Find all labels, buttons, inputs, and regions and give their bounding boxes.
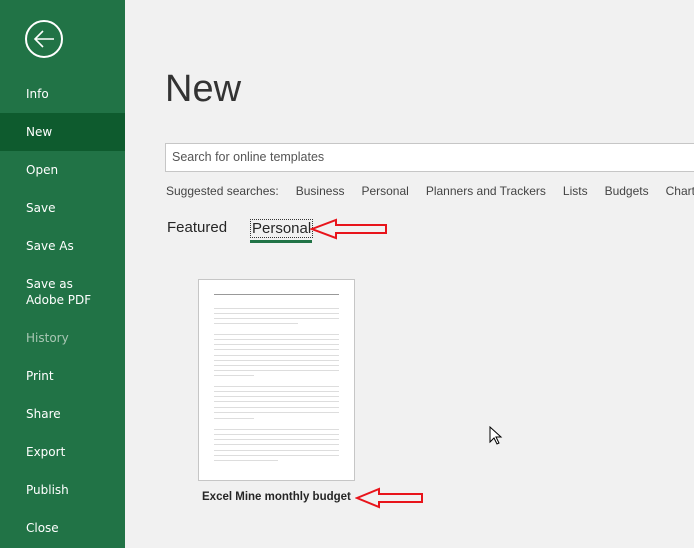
nav-save[interactable]: Save <box>0 189 125 227</box>
thumb-line <box>214 294 339 295</box>
thumb-line <box>214 344 339 345</box>
thumb-line <box>214 318 339 319</box>
thumb-line <box>214 386 339 387</box>
tab-selected-underline <box>250 240 312 243</box>
thumb-line <box>214 455 339 456</box>
suggested-planners[interactable]: Planners and Trackers <box>426 184 546 198</box>
thumb-line <box>214 308 339 309</box>
thumb-line <box>214 401 339 402</box>
mouse-cursor-icon <box>489 426 503 445</box>
thumb-line <box>214 391 339 392</box>
thumb-line <box>214 313 339 314</box>
suggested-charts[interactable]: Charts <box>666 184 694 198</box>
template-name[interactable]: Excel Mine monthly budget <box>202 491 351 503</box>
suggested-searches: Suggested searches: Business Personal Pl… <box>166 184 694 198</box>
nav-print[interactable]: Print <box>0 357 125 395</box>
sidebar: Info New Open Save Save As Save as Adobe… <box>0 0 125 548</box>
tab-personal[interactable]: Personal <box>250 219 314 238</box>
thumb-line <box>214 418 254 419</box>
suggested-business[interactable]: Business <box>296 184 345 198</box>
thumb-line <box>214 339 339 340</box>
nav-save-as-adobe-pdf[interactable]: Save as Adobe PDF <box>0 272 125 312</box>
page-title: New <box>165 68 242 110</box>
suggested-label: Suggested searches: <box>166 184 279 198</box>
thumb-line <box>214 407 339 408</box>
thumb-line <box>214 365 339 366</box>
template-thumbnail[interactable] <box>198 279 355 481</box>
nav-close[interactable]: Close <box>0 509 125 547</box>
nav-save-as[interactable]: Save As <box>0 227 125 265</box>
suggested-budgets[interactable]: Budgets <box>605 184 649 198</box>
thumb-line <box>214 434 339 435</box>
thumb-line <box>214 429 339 430</box>
thumb-line <box>214 439 339 440</box>
back-button[interactable] <box>25 20 63 58</box>
thumb-line <box>214 412 339 413</box>
nav-open[interactable]: Open <box>0 151 125 189</box>
thumb-line <box>214 460 278 461</box>
nav-publish[interactable]: Publish <box>0 471 125 509</box>
red-arrow-annotation <box>355 487 423 509</box>
suggested-personal[interactable]: Personal <box>361 184 408 198</box>
thumb-line <box>214 396 339 397</box>
thumb-line <box>214 360 339 361</box>
thumb-line <box>214 323 298 324</box>
thumb-line <box>214 370 339 371</box>
thumb-line <box>214 349 339 350</box>
red-arrow-annotation <box>310 218 387 240</box>
thumb-line <box>214 450 339 451</box>
tab-featured[interactable]: Featured <box>167 219 227 236</box>
thumb-line <box>214 355 339 356</box>
thumb-line <box>214 375 254 376</box>
nav-new[interactable]: New <box>0 113 125 151</box>
nav-info[interactable]: Info <box>0 75 125 113</box>
nav-export[interactable]: Export <box>0 433 125 471</box>
suggested-lists[interactable]: Lists <box>563 184 588 198</box>
thumb-line <box>214 444 339 445</box>
search-input[interactable]: Search for online templates <box>165 143 694 172</box>
nav-history[interactable]: History <box>0 319 125 357</box>
arrow-left-icon <box>33 30 54 48</box>
thumb-line <box>214 334 339 335</box>
nav-share[interactable]: Share <box>0 395 125 433</box>
